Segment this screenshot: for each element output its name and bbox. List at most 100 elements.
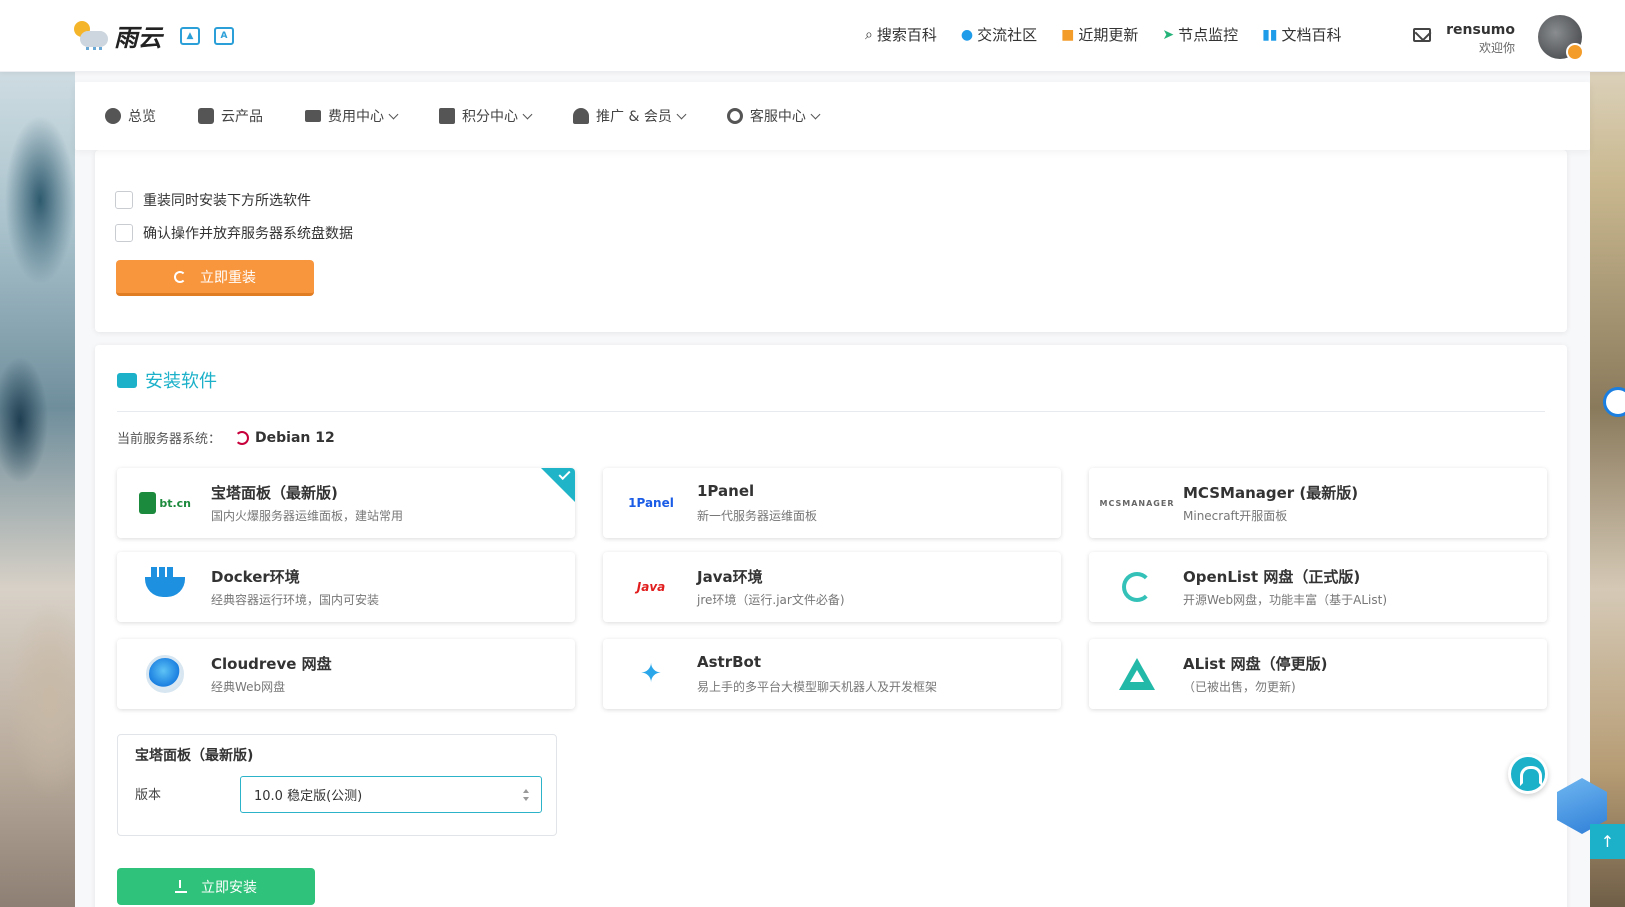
section-title: 安装软件	[117, 367, 217, 393]
nav-docs[interactable]: ▮▮ 文档百科	[1262, 24, 1341, 45]
menu-label: 费用中心	[328, 109, 384, 125]
app-card-alist[interactable]: AList 网盘（停更版) （已被出售，勿更新)	[1089, 639, 1547, 709]
headset-icon	[726, 108, 743, 124]
menu-cloud-products[interactable]: 云产品	[198, 106, 263, 126]
app-name: MCSManager (最新版)	[1183, 484, 1359, 502]
chevron-down-icon	[388, 109, 399, 119]
app-name: AList 网盘（停更版)	[1183, 655, 1328, 673]
menu-promotion[interactable]: 推广 & 会员	[573, 106, 687, 126]
user-info[interactable]: rensumo 欢迎你	[1446, 22, 1515, 56]
app-name: 宝塔面板（最新版)	[211, 484, 338, 502]
app-card-openlist[interactable]: OpenList 网盘（正式版) 开源Web网盘，功能丰富（基于AList)	[1089, 552, 1547, 622]
app-name: Java环境	[697, 568, 763, 586]
install-software-checkbox[interactable]	[115, 191, 133, 209]
dashboard-icon	[105, 108, 121, 124]
app-name: AstrBot	[697, 653, 762, 671]
os-label: 当前服务器系统：	[117, 432, 222, 447]
app-desc: 易上手的多平台大模型聊天机器人及开发框架	[697, 680, 938, 694]
version-panel: 宝塔面板（最新版) 版本 10.0 稳定版(公测)	[117, 734, 557, 836]
cubes-icon	[198, 108, 214, 124]
app-card-1panel[interactable]: 1Panel 1Panel 新一代服务器运维面板	[603, 468, 1061, 538]
nav-label: 文档百科	[1281, 26, 1342, 44]
current-os: 当前服务器系统： Debian 12	[117, 428, 335, 448]
mail-icon[interactable]	[1413, 28, 1431, 42]
alist-logo-icon	[1111, 654, 1163, 694]
select-arrows-icon	[523, 789, 529, 801]
mcsmanager-logo-icon: MCSMANAGER	[1099, 498, 1175, 508]
site-logo[interactable]: 雨云 ▲ A	[72, 18, 234, 53]
avatar-badge-icon	[1566, 43, 1584, 61]
users-icon	[573, 108, 589, 124]
version-label: 版本	[135, 788, 162, 803]
app-card-cloudreve[interactable]: Cloudreve 网盘 经典Web网盘	[117, 639, 575, 709]
image-icon[interactable]: ▲	[180, 26, 200, 45]
app-desc: 新一代服务器运维面板	[697, 509, 818, 523]
refresh-icon	[174, 270, 186, 283]
app-desc: 经典Web网盘	[211, 680, 286, 694]
baota-logo-icon: bt.cn	[139, 483, 191, 523]
app-card-java[interactable]: Java Java环境 jre环境（运行.jar文件必备)	[603, 552, 1061, 622]
floating-widget-icon[interactable]	[1603, 387, 1625, 417]
confirm-data-loss-option[interactable]: 确认操作并放弃服务器系统盘数据	[115, 223, 353, 243]
confirm-checkbox[interactable]	[115, 224, 133, 242]
install-button[interactable]: 立即安装	[117, 868, 315, 905]
cloudreve-logo-icon	[139, 654, 191, 694]
install-software-card: 安装软件 当前服务器系统： Debian 12 bt.cn 宝塔面板（最新版) …	[95, 345, 1567, 907]
checkbox-label: 确认操作并放弃服务器系统盘数据	[143, 226, 353, 242]
support-headset-icon[interactable]	[1508, 754, 1548, 794]
translate-icon[interactable]: A	[214, 26, 234, 45]
version-selected-value: 10.0 稳定版(公测)	[254, 789, 363, 804]
checkbox-label: 重装同时安装下方所选软件	[143, 193, 311, 209]
welcome-text: 欢迎你	[1478, 41, 1515, 55]
app-desc: 国内火爆服务器运维面板，建站常用	[211, 509, 404, 523]
news-icon: ■	[1061, 26, 1075, 43]
menu-label: 总览	[128, 109, 156, 125]
java-logo-icon: Java	[636, 580, 666, 594]
menu-label: 推广 & 会员	[596, 109, 672, 125]
menu-support[interactable]: 客服中心	[726, 106, 821, 126]
menu-billing[interactable]: 费用中心	[305, 106, 399, 126]
version-select[interactable]: 10.0 稳定版(公测)	[240, 776, 542, 813]
search-icon: ⌕	[865, 26, 873, 43]
menu-label: 积分中心	[462, 109, 518, 125]
app-card-baota[interactable]: bt.cn 宝塔面板（最新版) 国内火爆服务器运维面板，建站常用	[117, 468, 575, 538]
app-card-astrbot[interactable]: ✦ AstrBot 易上手的多平台大模型聊天机器人及开发框架	[603, 639, 1061, 709]
reinstall-button[interactable]: 立即重装	[116, 260, 314, 296]
send-icon: ➤	[1162, 26, 1175, 43]
astrbot-logo-icon: ✦	[640, 659, 662, 689]
openlist-logo-icon	[1111, 567, 1163, 607]
app-desc: 开源Web网盘，功能丰富（基于AList)	[1183, 593, 1388, 607]
main-menu: 总览 云产品 费用中心 积分中心 推广 & 会员 客服中心	[75, 82, 1590, 150]
debian-icon	[235, 430, 250, 445]
app-card-docker[interactable]: Docker环境 经典容器运行环境，国内可安装	[117, 552, 575, 622]
app-name: Docker环境	[211, 568, 300, 586]
book-icon: ▮▮	[1262, 26, 1278, 43]
nav-node-monitor[interactable]: ➤ 节点监控	[1162, 24, 1238, 45]
chevron-down-icon	[522, 109, 533, 119]
nav-label: 搜索百科	[876, 26, 937, 44]
nav-search-wiki[interactable]: ⌕ 搜索百科	[865, 24, 937, 45]
nav-updates[interactable]: ■ 近期更新	[1061, 24, 1138, 45]
background-art-left	[0, 0, 75, 907]
username: rensumo	[1446, 22, 1515, 38]
nav-community[interactable]: ● 交流社区	[961, 24, 1037, 45]
menu-points[interactable]: 积分中心	[439, 106, 533, 126]
back-to-top-icon[interactable]: ↑	[1590, 824, 1625, 859]
reinstall-card: 重装同时安装下方所选软件 确认操作并放弃服务器系统盘数据 立即重装	[95, 150, 1567, 332]
chevron-down-icon	[676, 109, 687, 119]
app-desc: Minecraft开服面板	[1183, 509, 1288, 523]
install-software-option[interactable]: 重装同时安装下方所选软件	[115, 190, 311, 210]
nav-label: 交流社区	[977, 26, 1038, 44]
os-value: Debian 12	[255, 429, 335, 446]
app-name: 1Panel	[697, 482, 755, 500]
app-desc: （已被出售，勿更新)	[1183, 680, 1296, 694]
app-card-mcsmanager[interactable]: MCSMANAGER MCSManager (最新版) Minecraft开服面…	[1089, 468, 1547, 538]
gift-icon	[439, 108, 455, 124]
menu-overview[interactable]: 总览	[105, 106, 156, 126]
top-header: 雨云 ▲ A ⌕ 搜索百科 ● 交流社区 ■ 近期更新 ➤ 节点监控 ▮▮ 文档…	[0, 0, 1625, 72]
button-label: 立即安装	[201, 879, 257, 896]
menu-label: 云产品	[221, 109, 263, 125]
nav-label: 近期更新	[1078, 26, 1139, 44]
avatar[interactable]	[1538, 15, 1584, 61]
top-nav: ⌕ 搜索百科 ● 交流社区 ■ 近期更新 ➤ 节点监控 ▮▮ 文档百科	[865, 24, 1366, 45]
